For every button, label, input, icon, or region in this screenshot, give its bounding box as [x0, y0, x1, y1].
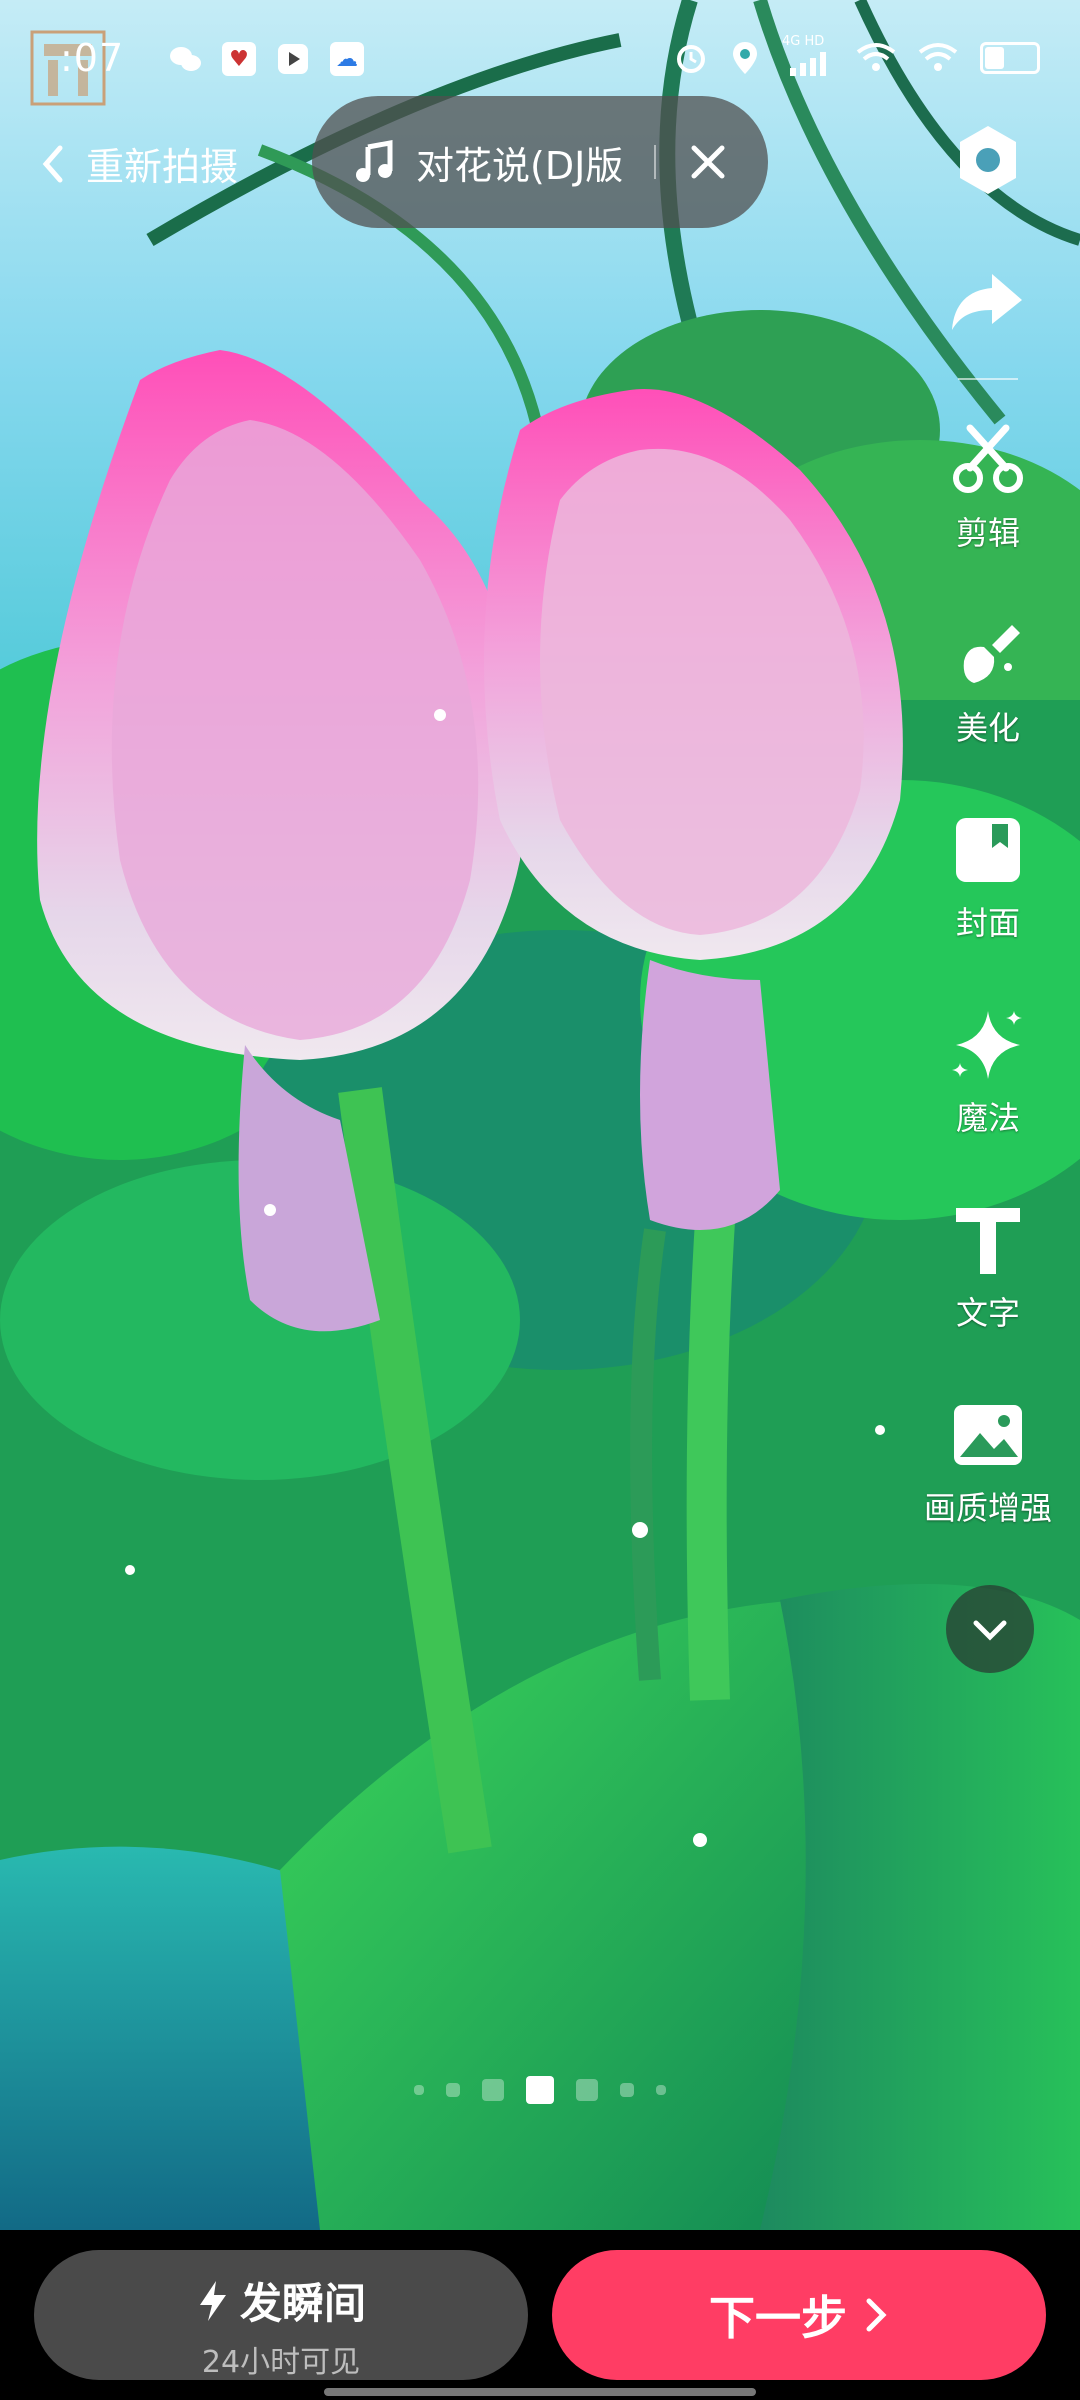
home-indicator[interactable]: [324, 2388, 756, 2396]
magic-tool[interactable]: 魔法: [918, 1005, 1058, 1139]
chevron-down-icon: [973, 1620, 1007, 1641]
cellular-signal-icon: 4G HD: [782, 34, 834, 76]
next-step-label: 下一步: [709, 2291, 847, 2345]
page-dot: [446, 2083, 460, 2097]
share-button[interactable]: [918, 260, 1058, 344]
page-dot: [620, 2083, 634, 2097]
bottom-bar: 发瞬间 24小时可见 下一步: [0, 2230, 1080, 2400]
chevron-right-icon: [866, 2298, 887, 2332]
text-tool[interactable]: 文字: [918, 1200, 1058, 1334]
share-icon: [952, 274, 1022, 330]
enhance-tool[interactable]: 画质增强: [918, 1395, 1058, 1529]
network-type: 4G HD: [782, 34, 825, 49]
post-moment-button[interactable]: 发瞬间 24小时可见: [34, 2250, 528, 2380]
music-note-icon: [356, 140, 393, 182]
retake-label: 重新拍摄: [86, 145, 239, 189]
text-icon: [956, 1208, 1020, 1274]
next-step-button[interactable]: 下一步: [552, 2250, 1046, 2380]
page-dot: [414, 2085, 424, 2095]
retake-button[interactable]: 重新拍摄: [38, 136, 238, 191]
chevron-left-icon: [42, 145, 63, 182]
cover-tool[interactable]: 封面: [918, 810, 1058, 944]
toolbar-divider: [958, 378, 1018, 380]
post-moment-label: 发瞬间: [239, 2279, 366, 2328]
post-moment-sublabel: 24小时可见: [201, 2345, 361, 2380]
status-time: :07: [60, 36, 125, 80]
collapse-toolbar-button[interactable]: [946, 1585, 1034, 1673]
video-app-icon: [278, 44, 308, 74]
edit-tool[interactable]: 剪辑: [918, 420, 1058, 554]
battery-icon: [980, 42, 1040, 74]
location-icon: [733, 42, 757, 74]
magic-tool-label: 魔法: [955, 1099, 1020, 1137]
video-preview[interactable]: :07 ♥ ☁ 4G HD 重新拍摄 对花说(DJ版 剪辑 美化 封面 魔法 文…: [0, 0, 1080, 2230]
wifi-icon: [918, 43, 958, 71]
page-dot: [656, 2085, 666, 2095]
music-title: 对花说(DJ版: [416, 143, 624, 188]
page-indicator: [414, 2076, 666, 2104]
beauty-icon: [963, 625, 1020, 683]
cover-icon: [956, 818, 1020, 882]
enhance-tool-label: 画质增强: [923, 1489, 1052, 1527]
magic-icon: [952, 1011, 1022, 1079]
page-dot: [482, 2079, 504, 2101]
text-tool-label: 文字: [955, 1294, 1020, 1332]
settings-button[interactable]: [918, 120, 1058, 204]
beauty-tool[interactable]: 美化: [918, 615, 1058, 749]
scissors-icon: [953, 424, 1023, 493]
lightning-icon: [199, 2280, 226, 2321]
alarm-icon: [677, 45, 705, 73]
red-app-icon: ♥: [222, 42, 256, 76]
settings-icon: [960, 126, 1016, 194]
music-divider: [654, 145, 656, 179]
wechat-icon: [170, 47, 201, 71]
close-icon[interactable]: [686, 140, 730, 184]
blue-app-icon: ☁: [330, 42, 364, 76]
beauty-tool-label: 美化: [955, 709, 1020, 747]
cover-tool-label: 封面: [955, 904, 1020, 942]
edit-tool-label: 剪辑: [955, 514, 1020, 552]
music-selector[interactable]: 对花说(DJ版: [312, 96, 768, 228]
image-enhance-icon: [954, 1405, 1022, 1465]
signal-icon-2: [856, 43, 896, 71]
page-dot: [576, 2079, 598, 2101]
page-dot-active: [526, 2076, 554, 2104]
